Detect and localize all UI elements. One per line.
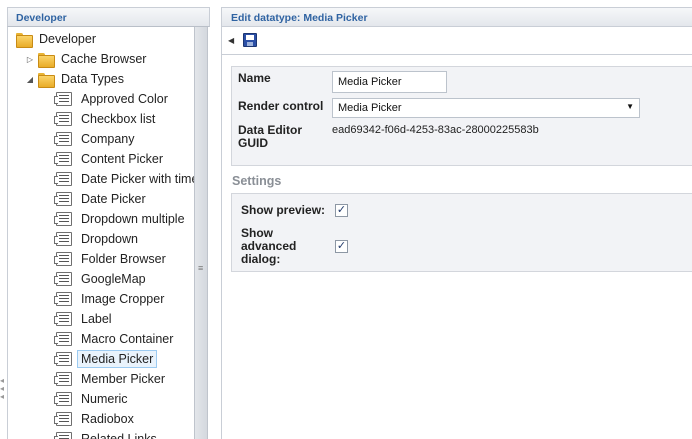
tree-datatype-item[interactable]: Dropdown xyxy=(54,229,142,249)
toolbar-arrow-icon[interactable]: ◀ xyxy=(228,36,234,45)
tree-item-label: Radiobox xyxy=(81,412,134,426)
tree-datatype-item[interactable]: Media Picker xyxy=(54,349,158,369)
tree-datatype-item[interactable]: Member Picker xyxy=(54,369,169,389)
save-icon[interactable] xyxy=(243,33,257,47)
editor-title: Edit datatype: Media Picker xyxy=(221,7,692,27)
tree-item-label: Member Picker xyxy=(81,372,166,386)
tree-item-label: Developer xyxy=(39,32,96,46)
tree-item-label: Company xyxy=(81,132,135,146)
show-advanced-line3: dialog: xyxy=(241,252,281,266)
tree-item-label: Dropdown multiple xyxy=(81,212,185,226)
datatype-icon xyxy=(54,312,72,326)
collapse-arrows-icon[interactable]: ◂ ◂ ◂ xyxy=(0,377,6,401)
editor-toolbar: ◀ xyxy=(221,27,692,55)
datatype-icon xyxy=(54,92,72,106)
show-advanced-label: Show advanced dialog: xyxy=(241,227,296,266)
datatype-icon xyxy=(54,232,72,246)
show-advanced-checkbox[interactable]: ✓ xyxy=(335,240,348,253)
chevron-down-icon[interactable]: ▼ xyxy=(626,102,634,111)
expand-arrow-icon[interactable]: ▷ xyxy=(25,55,35,64)
tree-item-label: Date Picker with time xyxy=(81,172,194,186)
folder-icon xyxy=(16,32,33,48)
datatype-icon xyxy=(54,332,72,346)
datatype-icon xyxy=(54,152,72,166)
datatype-icon xyxy=(54,412,72,426)
datatype-icon xyxy=(54,172,72,186)
panel-splitter[interactable]: ≡ xyxy=(194,27,208,439)
folder-icon xyxy=(38,72,55,88)
guid-label-line1: Data Editor xyxy=(238,123,303,137)
tree-item-label: Checkbox list xyxy=(81,112,156,126)
developer-panel: Developer Developer ▷ Cache Browser ◢ Data T… xyxy=(0,0,212,439)
tree-item-label: Media Picker xyxy=(77,350,158,368)
settings-box: Show preview: ✓ Show advanced dialog: ✓ xyxy=(231,193,692,272)
tree-datatype-item[interactable]: Date Picker with time xyxy=(54,169,194,189)
tree-item-label: Related Links xyxy=(81,432,157,439)
datatype-icon xyxy=(54,392,72,406)
datatype-icon xyxy=(54,292,72,306)
tree-datatype-item[interactable]: Folder Browser xyxy=(54,249,170,269)
properties-box: Name Render control Media Picker ▼ Data … xyxy=(231,66,692,166)
guid-value: ead69342-f06d-4253-83ac-28000225583b xyxy=(332,124,539,136)
editor-panel: Edit datatype: Media Picker ◀ Name Rende… xyxy=(221,0,692,439)
guid-label-line2: GUID xyxy=(238,136,268,150)
datatype-icon xyxy=(54,372,72,386)
datatype-icon xyxy=(54,252,72,266)
tree-item-label: Numeric xyxy=(81,392,128,406)
tree-folder-item[interactable]: ◢ Data Types xyxy=(25,69,128,89)
show-advanced-line2: advanced xyxy=(241,239,297,253)
render-control-label: Render control xyxy=(238,99,324,113)
datatype-icon xyxy=(54,132,72,146)
editor-content: Name Render control Media Picker ▼ Data … xyxy=(221,55,692,439)
guid-label: Data Editor GUID xyxy=(238,124,302,150)
show-preview-label: Show preview: xyxy=(241,203,326,217)
show-advanced-line1: Show xyxy=(241,226,273,240)
tree-datatype-item[interactable]: Radiobox xyxy=(54,409,138,429)
datatype-icon xyxy=(54,192,72,206)
tree-folder-item[interactable]: ▷ Cache Browser xyxy=(25,49,150,69)
tree-datatype-item[interactable]: Label xyxy=(54,309,116,329)
tree-datatype-item[interactable]: GoogleMap xyxy=(54,269,150,289)
name-input[interactable] xyxy=(332,71,447,93)
name-label: Name xyxy=(238,71,271,85)
tree-datatype-item[interactable]: Image Cropper xyxy=(54,289,168,309)
tree-item-label: Cache Browser xyxy=(61,52,147,66)
show-preview-checkbox[interactable]: ✓ xyxy=(335,204,348,217)
render-control-select[interactable]: Media Picker ▼ xyxy=(332,98,640,118)
tree-item-label: Macro Container xyxy=(81,332,174,346)
tree-item-label: Folder Browser xyxy=(81,252,166,266)
tree-datatype-item[interactable]: Macro Container xyxy=(54,329,177,349)
collapse-arrow-icon[interactable]: ◢ xyxy=(25,75,35,84)
tree-item-label: Date Picker xyxy=(81,192,146,206)
tree-item-label: Approved Color xyxy=(81,92,168,106)
settings-title: Settings xyxy=(232,174,282,188)
render-control-value: Media Picker xyxy=(338,102,402,114)
tree-item-label: Image Cropper xyxy=(81,292,165,306)
datatype-icon xyxy=(54,432,72,439)
developer-panel-title: Developer xyxy=(7,7,210,27)
tree-folder-item[interactable]: Developer xyxy=(16,29,100,49)
tree-item-label: Content Picker xyxy=(81,152,163,166)
tree-datatype-item[interactable]: Dropdown multiple xyxy=(54,209,189,229)
tree-item-label: Label xyxy=(81,312,112,326)
datatype-icon xyxy=(54,112,72,126)
tree-datatype-item[interactable]: Related Links xyxy=(54,429,161,439)
tree-datatype-item[interactable]: Company xyxy=(54,129,139,149)
tree-item-label: Data Types xyxy=(61,72,125,86)
tree-datatype-item[interactable]: Numeric xyxy=(54,389,132,409)
tree-item-label: Dropdown xyxy=(81,232,138,246)
folder-icon xyxy=(38,52,55,68)
tree-datatype-item[interactable]: Date Picker xyxy=(54,189,150,209)
datatype-icon xyxy=(54,272,72,286)
tree-item-label: GoogleMap xyxy=(81,272,146,286)
datatype-icon xyxy=(54,212,72,226)
datatype-icon xyxy=(54,352,72,366)
tree-datatype-item[interactable]: Checkbox list xyxy=(54,109,159,129)
tree-datatype-item[interactable]: Content Picker xyxy=(54,149,167,169)
splitter-grip-icon[interactable]: ≡ xyxy=(198,264,204,275)
developer-tree[interactable]: Developer ▷ Cache Browser ◢ Data Types Approv… xyxy=(7,27,194,439)
tree-datatype-item[interactable]: Approved Color xyxy=(54,89,172,109)
